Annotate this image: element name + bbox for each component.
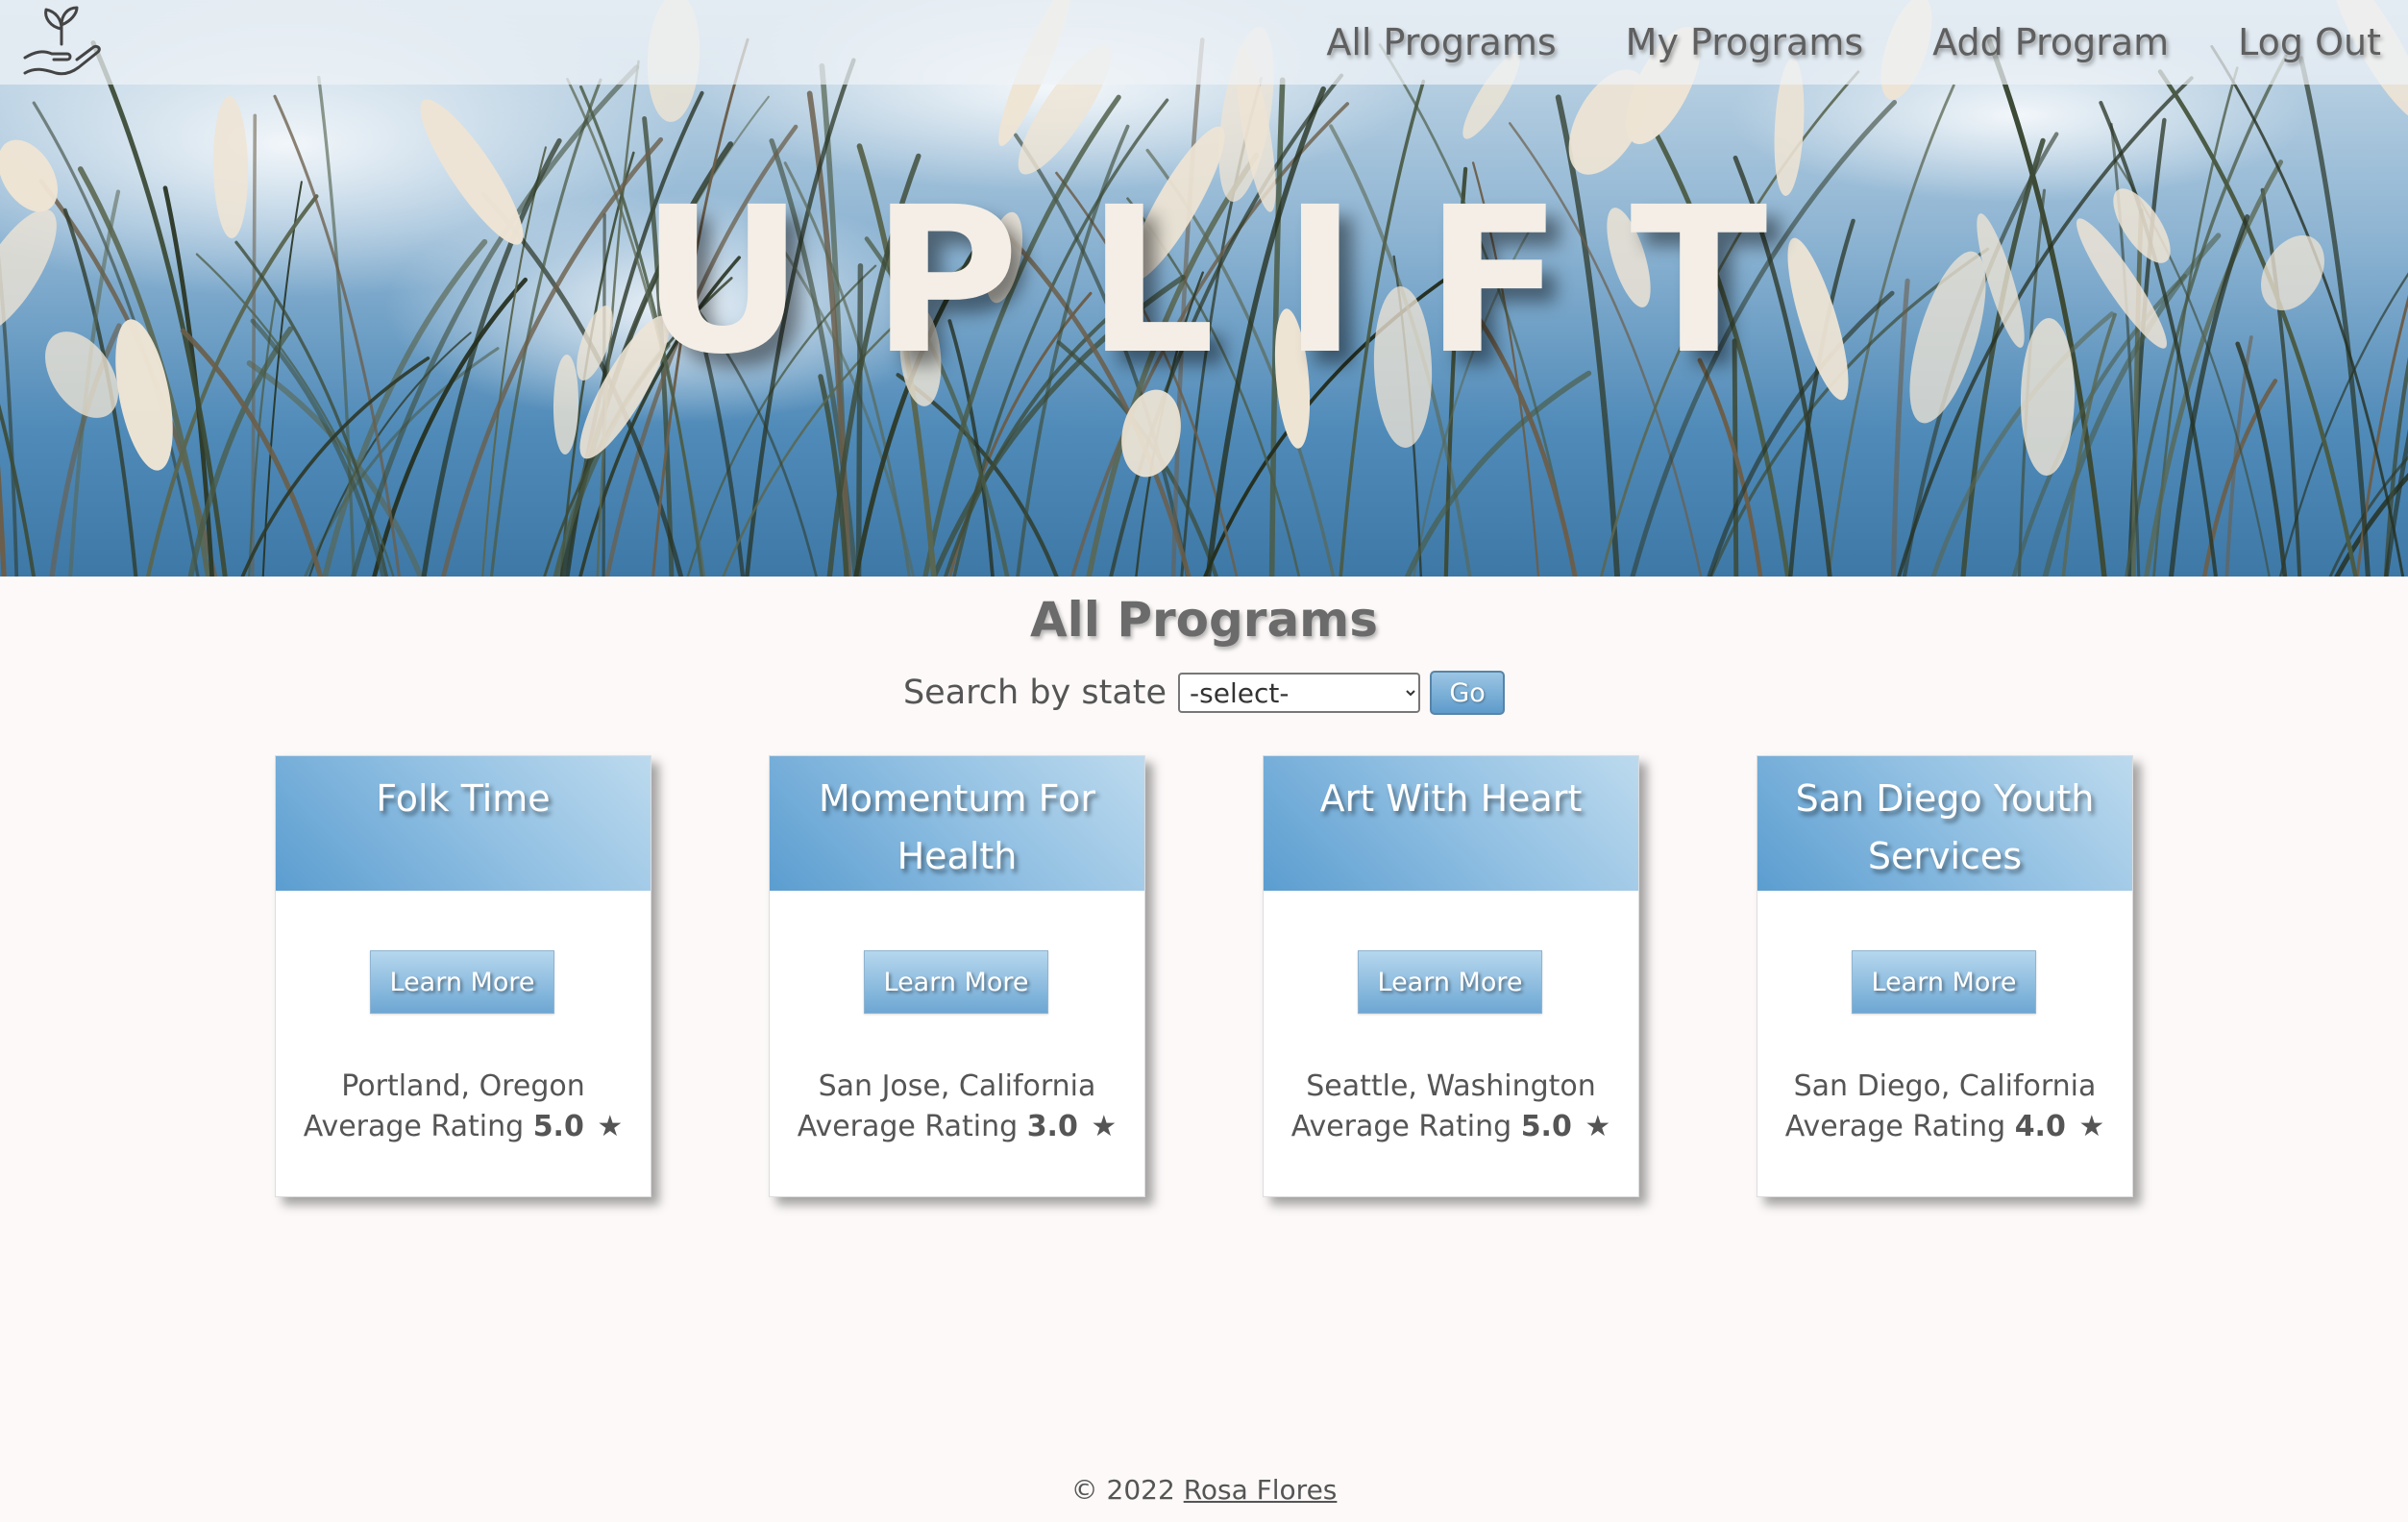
rating-label: Average Rating <box>1290 1110 1512 1143</box>
card-header: Folk Time <box>276 756 651 891</box>
program-location: San Diego, California <box>1793 1069 2097 1103</box>
program-card: Momentum For Health Learn More San Jose,… <box>769 755 1145 1197</box>
nav-my-programs[interactable]: My Programs <box>1626 21 1863 63</box>
star-icon: ★ <box>1091 1110 1118 1143</box>
program-name: San Diego Youth Services <box>1795 777 2095 877</box>
page-title: All Programs <box>1029 592 1379 648</box>
state-select[interactable]: -select- <box>1178 673 1421 713</box>
go-button[interactable]: Go <box>1430 671 1506 715</box>
card-header: San Diego Youth Services <box>1757 756 2132 891</box>
program-rating: Average Rating 3.0 ★ <box>770 1110 1144 1143</box>
search-label: Search by state <box>902 674 1167 712</box>
program-card: Folk Time Learn More Portland, Oregon Av… <box>275 755 651 1197</box>
learn-more-button[interactable]: Learn More <box>1852 950 2036 1014</box>
state-search: Search by state -select- Go <box>0 671 2408 715</box>
star-icon: ★ <box>2078 1110 2105 1143</box>
rating-value: 5.0 <box>1520 1110 1572 1143</box>
program-name: Art With Heart <box>1319 777 1583 820</box>
rating-label: Average Rating <box>797 1110 1019 1143</box>
learn-more-button[interactable]: Learn More <box>370 950 554 1014</box>
rating-label: Average Rating <box>1784 1110 2006 1143</box>
rating-value: 3.0 <box>1026 1110 1078 1143</box>
nav-add-program[interactable]: Add Program <box>1932 21 2169 63</box>
program-rating: Average Rating 5.0 ★ <box>276 1110 651 1143</box>
hand-with-sprout-icon[interactable] <box>21 6 104 79</box>
program-name: Folk Time <box>376 777 551 820</box>
card-header: Momentum For Health <box>770 756 1144 891</box>
rating-value: 4.0 <box>2014 1110 2066 1143</box>
star-icon: ★ <box>597 1110 624 1143</box>
star-icon: ★ <box>1585 1110 1611 1143</box>
copyright-text: © 2022 <box>1070 1474 1175 1506</box>
hero-banner: UPLIFT All Programs My Programs Add Prog… <box>0 0 2408 577</box>
learn-more-button[interactable]: Learn More <box>864 950 1048 1014</box>
author-link[interactable]: Rosa Flores <box>1184 1474 1338 1506</box>
program-location: San Jose, California <box>818 1069 1096 1103</box>
program-card: San Diego Youth Services Learn More San … <box>1757 755 2133 1197</box>
program-rating: Average Rating 4.0 ★ <box>1757 1110 2132 1143</box>
nav-all-programs[interactable]: All Programs <box>1326 21 1556 63</box>
program-name: Momentum For Health <box>819 777 1095 877</box>
brand-title: UPLIFT <box>640 163 1835 399</box>
navbar: All Programs My Programs Add Program Log… <box>0 0 2408 85</box>
rating-value: 5.0 <box>532 1110 584 1143</box>
program-location: Portland, Oregon <box>341 1069 585 1103</box>
program-card: Art With Heart Learn More Seattle, Washi… <box>1263 755 1639 1197</box>
learn-more-button[interactable]: Learn More <box>1358 950 1542 1014</box>
program-rating: Average Rating 5.0 ★ <box>1264 1110 1638 1143</box>
card-header: Art With Heart <box>1264 756 1638 891</box>
nav-links: All Programs My Programs Add Program Log… <box>1257 0 2381 85</box>
footer: © 2022 Rosa Flores <box>0 1474 2408 1506</box>
rating-label: Average Rating <box>303 1110 525 1143</box>
program-location: Seattle, Washington <box>1306 1069 1596 1103</box>
nav-log-out[interactable]: Log Out <box>2238 21 2381 63</box>
